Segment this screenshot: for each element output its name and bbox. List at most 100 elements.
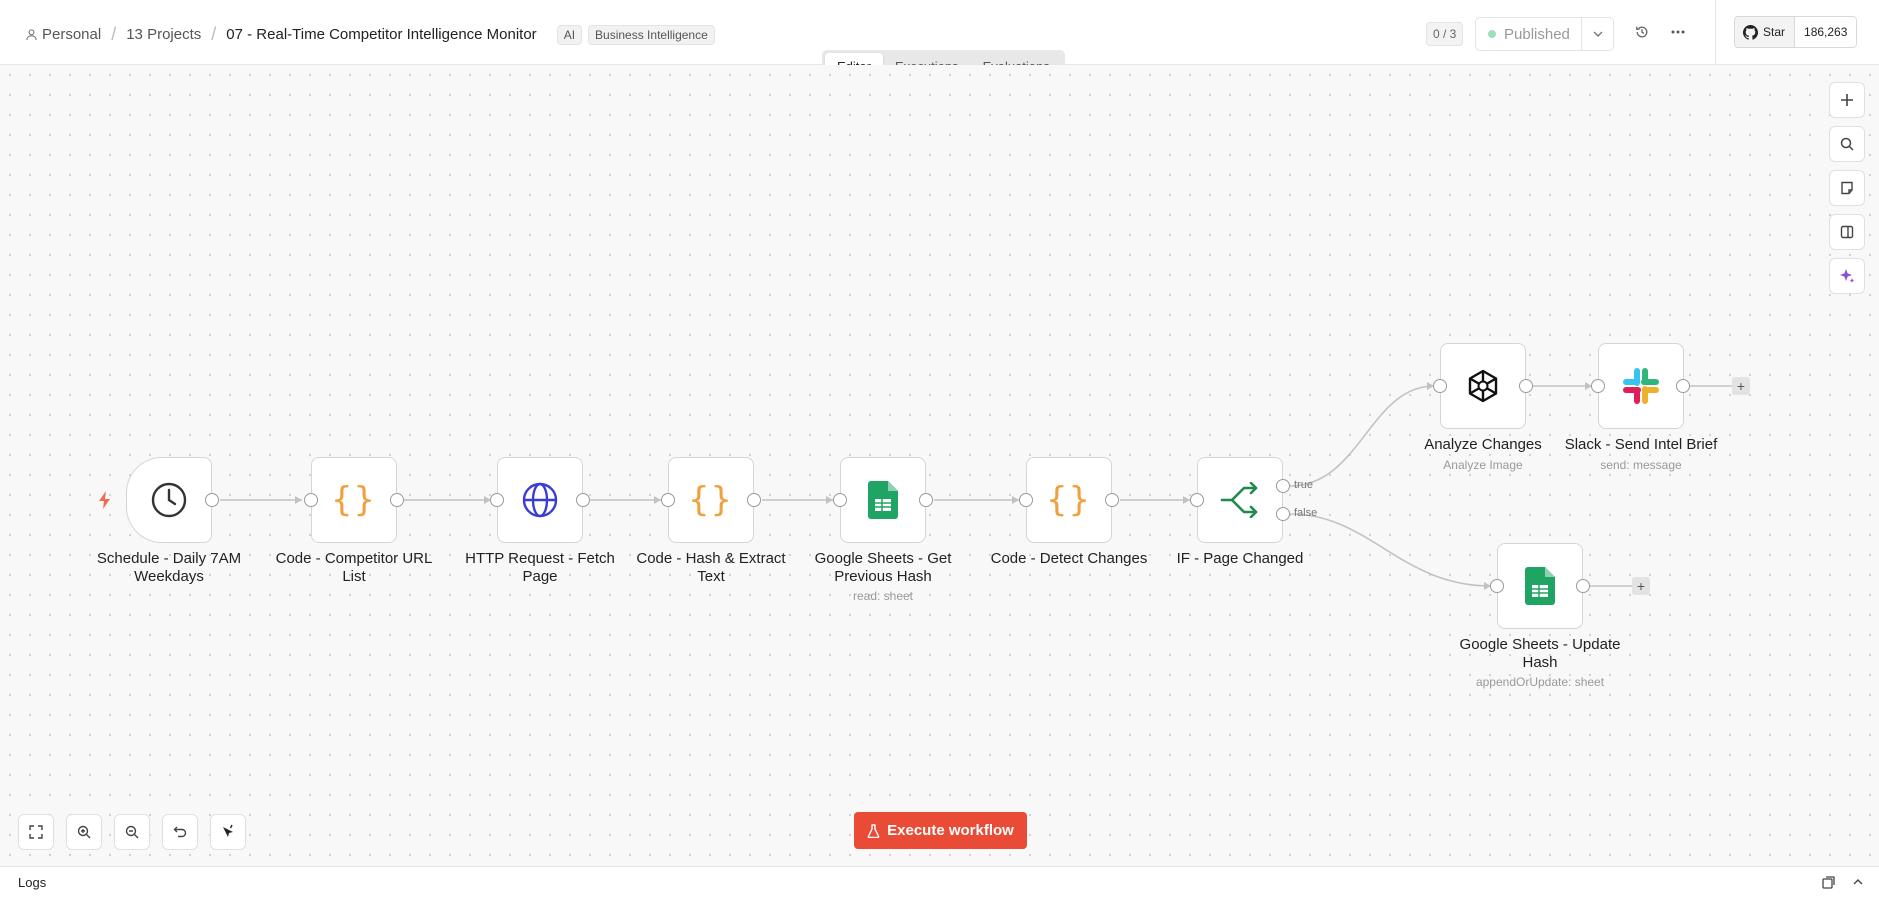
node-analyze-changes[interactable] (1440, 343, 1526, 429)
workflow-tags: AI Business Intelligence (551, 24, 715, 45)
tag-business-intelligence[interactable]: Business Intelligence (588, 24, 715, 45)
github-star-button[interactable]: Star (1735, 17, 1796, 47)
chevron-up-icon[interactable] (1853, 879, 1863, 885)
code-icon: {} (331, 480, 377, 520)
undo-button[interactable] (162, 814, 198, 850)
node-code-competitor-url-list[interactable]: {} (311, 457, 397, 543)
breadcrumb: Personal / 13 Projects / 07 - Real-Time … (26, 24, 715, 45)
history-icon (1636, 26, 1648, 38)
zoom-out-button[interactable] (114, 814, 150, 850)
output-handle[interactable] (1105, 493, 1119, 507)
output-handle[interactable] (1519, 379, 1533, 393)
output-handle-false[interactable] (1276, 507, 1290, 521)
input-handle[interactable] (661, 493, 675, 507)
output-handle[interactable] (205, 493, 219, 507)
branch-icon (1220, 482, 1258, 518)
node-label: Google Sheets - Update Hash (1459, 636, 1621, 671)
google-sheets-icon (868, 481, 898, 519)
output-handle[interactable] (1676, 379, 1690, 393)
panel-icon (1840, 225, 1854, 239)
header-divider (1715, 0, 1716, 64)
breadcrumb-separator: / (211, 24, 217, 44)
flask-icon (867, 823, 880, 838)
logs-panel[interactable]: Logs (0, 866, 1879, 898)
add-node-toolbar-button[interactable] (1829, 82, 1865, 118)
node-schedule[interactable] (126, 457, 212, 543)
ai-assistant-button[interactable] (1829, 258, 1865, 294)
github-icon (1743, 24, 1758, 40)
zoom-in-button[interactable] (66, 814, 102, 850)
breadcrumb-projects[interactable]: 13 Projects (126, 26, 201, 43)
active-counter: 0 / 3 (1426, 22, 1464, 46)
add-node-button[interactable]: + (1732, 377, 1750, 395)
output-handle[interactable] (576, 493, 590, 507)
breadcrumb-personal[interactable]: Personal (42, 26, 101, 43)
add-node-button[interactable]: + (1632, 577, 1650, 595)
publish-dropdown-button[interactable] (1581, 18, 1613, 50)
popout-icon[interactable] (1822, 876, 1835, 889)
sticky-note-button[interactable] (1829, 170, 1865, 206)
history-button[interactable] (1633, 23, 1651, 41)
branch-label-false: false (1294, 507, 1318, 519)
output-handle[interactable] (919, 493, 933, 507)
node-google-sheets-update[interactable] (1497, 543, 1583, 629)
node-code-hash-extract[interactable]: {} (668, 457, 754, 543)
published-button[interactable]: Published (1476, 18, 1581, 50)
code-icon: {} (1046, 480, 1092, 520)
output-handle[interactable] (747, 493, 761, 507)
node-label: Code - Competitor URL List (275, 550, 433, 585)
node-subtitle: read: sheet (852, 589, 914, 603)
toggle-panel-button[interactable] (1829, 214, 1865, 250)
chevron-down-icon (1593, 31, 1602, 37)
fit-view-button[interactable] (18, 814, 54, 850)
input-handle[interactable] (1490, 579, 1504, 593)
input-handle[interactable] (1433, 379, 1447, 393)
broom-icon (223, 824, 233, 837)
github-star-count: 186,263 (1795, 17, 1857, 47)
sparkle-icon (1840, 269, 1855, 283)
input-handle[interactable] (833, 493, 847, 507)
node-subtitle: appendOrUpdate: sheet (1475, 675, 1605, 689)
input-handle[interactable] (490, 493, 504, 507)
openai-icon (1468, 369, 1498, 403)
output-handle[interactable] (1576, 579, 1590, 593)
zoom-out-icon (125, 825, 139, 839)
node-google-sheets-get[interactable] (840, 457, 926, 543)
node-code-detect-changes[interactable]: {} (1026, 457, 1112, 543)
branch-label-true: true (1294, 479, 1313, 491)
input-handle[interactable] (1190, 493, 1204, 507)
input-handle[interactable] (304, 493, 318, 507)
search-nodes-button[interactable] (1829, 126, 1865, 162)
node-label: Analyze Changes (1424, 436, 1542, 453)
code-icon: {} (688, 480, 734, 520)
tidy-up-button[interactable] (210, 814, 246, 850)
logs-label: Logs (18, 875, 47, 890)
execute-workflow-label: Execute workflow (887, 822, 1014, 839)
node-if-page-changed[interactable] (1197, 457, 1283, 543)
output-handle[interactable] (390, 493, 404, 507)
node-subtitle: Analyze Image (1443, 458, 1523, 472)
node-label: Google Sheets - Get Previous Hash (814, 550, 952, 585)
node-slack-send[interactable] (1598, 343, 1684, 429)
node-label: IF - Page Changed (1176, 550, 1304, 567)
trigger-bolt-icon (99, 491, 110, 509)
globe-icon (522, 482, 558, 518)
person-icon (26, 28, 37, 40)
node-http-request[interactable] (497, 457, 583, 543)
workflow-title[interactable]: 07 - Real-Time Competitor Intelligence M… (226, 26, 536, 43)
node-subtitle: send: message (1600, 458, 1682, 472)
execute-workflow-button[interactable]: Execute workflow (854, 812, 1027, 849)
input-handle[interactable] (1019, 493, 1033, 507)
node-label: HTTP Request - Fetch Page (465, 550, 615, 585)
node-label: Code - Hash & Extract Text (636, 550, 786, 585)
tag-ai[interactable]: AI (556, 24, 583, 45)
zoom-in-icon (77, 825, 91, 839)
note-icon (1841, 181, 1853, 195)
output-handle-true[interactable] (1276, 479, 1290, 493)
input-handle[interactable] (1591, 379, 1605, 393)
github-star-widget[interactable]: Star 186,263 (1734, 16, 1858, 48)
published-label: Published (1504, 25, 1570, 43)
publish-control: Published (1475, 17, 1614, 51)
more-options-button[interactable] (1669, 23, 1687, 41)
slack-icon (1623, 368, 1659, 404)
